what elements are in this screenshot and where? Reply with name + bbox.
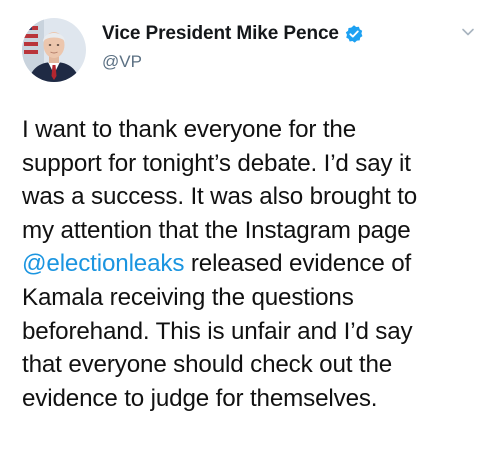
tweet-line: @electionleaks released evidence of — [22, 247, 492, 281]
chevron-down-icon[interactable] — [460, 24, 476, 40]
author-name-row: Vice President Mike Pence — [102, 22, 364, 46]
tweet-card: Vice President Mike Pence @VP I want to … — [0, 0, 500, 471]
tweet-line: support for tonight’s debate. I’d say it — [22, 149, 411, 177]
tweet-line: beforehand. This is unfair and I’d say — [22, 317, 413, 345]
mention-link[interactable]: @electionleaks — [22, 250, 184, 277]
tweet-line-rest: released evidence of — [184, 250, 412, 278]
tweet-body: I want to thank everyone for the support… — [22, 113, 492, 415]
tweet-line: Kamala receiving the questions — [22, 283, 354, 311]
tweet-line: evidence to judge for themselves. — [22, 384, 378, 412]
tweet-header: Vice President Mike Pence @VP — [22, 18, 480, 84]
tweet-line: that everyone should check out the — [22, 351, 393, 379]
verified-badge-icon — [344, 24, 364, 44]
author-block: Vice President Mike Pence @VP — [102, 22, 364, 72]
tweet-line: I want to thank everyone for the — [22, 116, 357, 143]
author-handle[interactable]: @VP — [102, 52, 364, 72]
avatar[interactable] — [22, 18, 86, 82]
author-display-name[interactable]: Vice President Mike Pence — [102, 23, 339, 45]
profile-photo-icon — [22, 18, 86, 82]
tweet-line: my attention that the Instagram page — [22, 216, 411, 244]
tweet-line: was a success. It was also brought to — [22, 183, 418, 211]
